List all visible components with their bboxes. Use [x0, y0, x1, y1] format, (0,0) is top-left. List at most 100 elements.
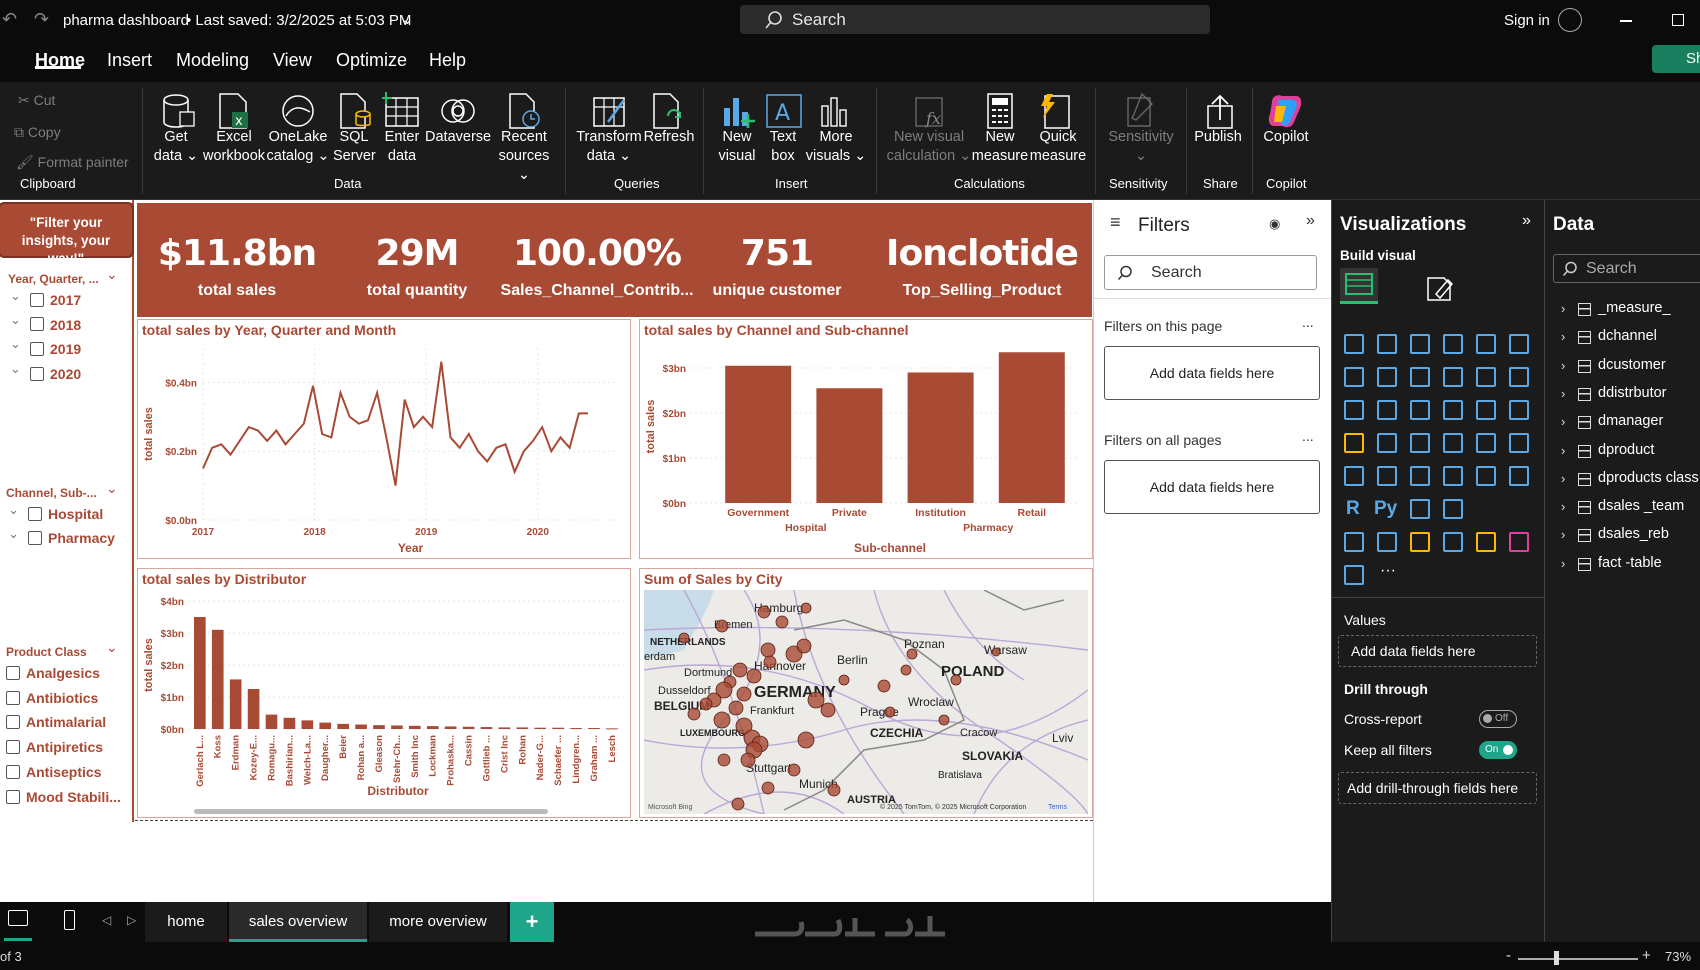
visual-type-icon[interactable] — [1344, 400, 1364, 420]
chevron-down-icon[interactable]: ⌄ — [106, 639, 118, 656]
tab-home-page[interactable]: home — [145, 902, 227, 942]
year-2018[interactable]: 2018 — [50, 317, 81, 333]
chevron-down-icon[interactable]: ⌄ — [10, 312, 21, 328]
visual-type-icon[interactable] — [1344, 466, 1364, 486]
tab-view[interactable]: View — [273, 50, 312, 71]
chevron-down-icon[interactable]: ⌄ — [106, 266, 118, 283]
visual-type-icon[interactable] — [1377, 367, 1397, 387]
product-antipiretics[interactable]: Antipiretics — [26, 739, 103, 755]
checkbox[interactable] — [6, 666, 20, 680]
data-table-item[interactable]: dmanager — [1598, 413, 1663, 429]
chevron-right-icon[interactable]: › — [1561, 527, 1565, 542]
publish-button[interactable]: Publish — [1190, 128, 1246, 147]
search-input[interactable]: Search — [740, 5, 1210, 34]
visual-type-icon[interactable] — [1443, 499, 1463, 519]
product-mood-stabilizers[interactable]: Mood Stabili... — [26, 789, 121, 805]
tab-sales-overview[interactable]: sales overview — [229, 902, 367, 942]
chevron-right-icon[interactable]: › — [1561, 329, 1565, 344]
add-page-button[interactable]: + — [510, 902, 554, 942]
data-table-item[interactable]: dproducts class — [1598, 470, 1699, 486]
visual-type-icon[interactable] — [1509, 400, 1529, 420]
refresh-button[interactable]: Refresh — [643, 128, 695, 147]
checkbox[interactable] — [28, 507, 42, 521]
visual-type-icon[interactable] — [1443, 367, 1463, 387]
checkbox[interactable] — [30, 293, 44, 307]
visual-type-icon[interactable] — [1476, 334, 1496, 354]
visual-type-icon[interactable] — [1509, 433, 1529, 453]
drill-through-drop-zone[interactable]: Add drill-through fields here — [1338, 772, 1537, 804]
visual-type-icon[interactable] — [1377, 334, 1397, 354]
python-visual-icon[interactable]: Py — [1374, 498, 1397, 520]
checkbox[interactable] — [6, 765, 20, 779]
avatar-icon[interactable] — [1558, 8, 1582, 32]
visual-type-icon[interactable] — [1344, 367, 1364, 387]
chevron-right-icon[interactable]: › — [1561, 499, 1565, 514]
data-table-item[interactable]: dproduct — [1598, 442, 1654, 458]
checkbox[interactable] — [28, 531, 42, 545]
copy-button[interactable]: ⧉ Copy — [14, 124, 61, 141]
checkbox[interactable] — [6, 790, 20, 804]
visual-type-icon[interactable] — [1377, 466, 1397, 486]
visual-type-icon[interactable] — [1509, 367, 1529, 387]
dataverse-button[interactable]: Dataverse — [425, 128, 491, 147]
chevron-right-icon[interactable]: › — [1561, 386, 1565, 401]
checkbox[interactable] — [6, 715, 20, 729]
year-2020[interactable]: 2020 — [50, 366, 81, 382]
new-measure-button[interactable]: New measure — [970, 128, 1030, 166]
data-table-item[interactable]: dsales_reb — [1598, 526, 1669, 542]
map-visual[interactable]: Sum of Sales by City NETHERLANDS Bremen Ha… — [639, 568, 1093, 818]
undo-icon[interactable]: ↶ — [2, 9, 17, 30]
share-button[interactable]: Sh — [1652, 45, 1700, 73]
visual-type-icon[interactable] — [1476, 400, 1496, 420]
enter-data-button[interactable]: Enter data — [379, 128, 425, 166]
chevron-down-icon[interactable]: ⌄ — [8, 502, 19, 518]
sign-in-link[interactable]: Sign in — [1504, 12, 1550, 29]
visual-type-icon[interactable] — [1410, 400, 1430, 420]
visual-type-icon[interactable] — [1410, 532, 1430, 552]
chevron-down-icon[interactable]: ⌄ — [401, 10, 414, 28]
visual-type-icon[interactable] — [1509, 466, 1529, 486]
more-visuals-button[interactable]: More visuals ⌄ — [804, 128, 868, 166]
visual-type-icon[interactable] — [1377, 532, 1397, 552]
chevron-down-icon[interactable]: ⌄ — [106, 480, 118, 497]
zoom-out-button[interactable]: - — [1506, 947, 1511, 964]
checkbox[interactable] — [30, 317, 44, 331]
visual-type-icon[interactable] — [1344, 433, 1364, 453]
channel-hospital[interactable]: Hospital — [48, 506, 103, 522]
r-visual-icon[interactable]: R — [1346, 498, 1360, 520]
visual-type-icon[interactable] — [1509, 532, 1529, 552]
visual-type-icon[interactable] — [1410, 466, 1430, 486]
checkbox[interactable] — [30, 342, 44, 356]
recent-sources-button[interactable]: Recent sources ⌄ — [491, 128, 557, 185]
line-chart-visual[interactable]: total sales by Year, Quarter and Month $… — [137, 319, 631, 559]
chevron-down-icon[interactable]: ⌄ — [10, 336, 21, 352]
tab-modeling[interactable]: Modeling — [176, 50, 249, 71]
data-table-item[interactable]: dcustomer — [1598, 357, 1666, 373]
visual-type-icon[interactable] — [1476, 433, 1496, 453]
get-data-button[interactable]: Get data ⌄ — [150, 128, 202, 166]
visual-type-icon[interactable] — [1410, 433, 1430, 453]
visual-type-icon[interactable] — [1410, 499, 1430, 519]
chevron-right-icon[interactable]: › — [1561, 443, 1565, 458]
desktop-view-icon[interactable] — [8, 910, 28, 926]
visual-type-icon[interactable] — [1476, 367, 1496, 387]
excel-workbook-button[interactable]: Excel workbook — [201, 128, 267, 166]
filters-search-input[interactable]: Search — [1104, 255, 1317, 290]
keep-filters-toggle[interactable]: On — [1479, 741, 1517, 759]
visual-type-icon[interactable] — [1377, 400, 1397, 420]
visual-type-icon[interactable] — [1443, 466, 1463, 486]
chevron-right-icon[interactable]: › — [1561, 414, 1565, 429]
more-visuals-icon[interactable]: ··· — [1380, 562, 1396, 580]
data-search-input[interactable]: Search — [1553, 254, 1700, 283]
chevron-right-icon[interactable]: › — [1561, 301, 1565, 316]
channel-pharmacy[interactable]: Pharmacy — [48, 530, 115, 546]
checkbox[interactable] — [6, 691, 20, 705]
sql-server-button[interactable]: SQL Server — [333, 128, 376, 166]
data-table-item[interactable]: _measure_ — [1598, 300, 1671, 316]
data-table-item[interactable]: dchannel — [1598, 328, 1657, 344]
copilot-button[interactable]: Copilot — [1258, 128, 1314, 147]
visual-type-icon[interactable] — [1509, 334, 1529, 354]
page-filter-drop-zone[interactable]: Add data fields here — [1104, 346, 1320, 400]
chevron-right-icon[interactable]: › — [1561, 358, 1565, 373]
sensitivity-button[interactable]: Sensitivity ⌄ — [1102, 128, 1180, 166]
